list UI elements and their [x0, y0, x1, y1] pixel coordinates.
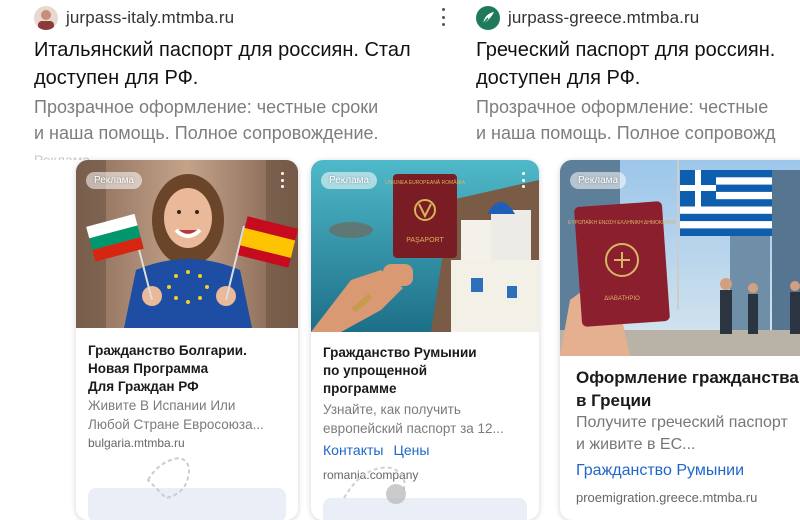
title-line: Гражданство Румынии [323, 345, 477, 360]
ad-description: Прозрачное оформление: честные и наша по… [476, 94, 776, 146]
more-vertical-icon[interactable] [519, 172, 527, 188]
ad-headline[interactable]: Итальянский паспорт для россиян. Стал до… [34, 36, 411, 92]
headline-line: доступен для РФ. [476, 67, 641, 89]
card-domain[interactable]: proemigration.greece.mtmba.ru [576, 490, 757, 505]
desc-line: Прозрачное оформление: честные сроки [34, 97, 379, 117]
site-domain[interactable]: jurpass-greece.mtmba.ru [508, 8, 699, 28]
passport-country: UNIUNEA EUROPEANĂ ROMÂNIA [385, 179, 465, 186]
passport-word: ΔΙΑΒΑΤΗΡΙΟ [604, 296, 640, 302]
card-sitelinks: Контакты Цены [323, 442, 439, 458]
desc-line: и наша помощь. Полное сопровождение. [34, 123, 379, 143]
site-row[interactable]: jurpass-greece.mtmba.ru [476, 6, 699, 30]
top-ad-italy[interactable]: jurpass-italy.mtmba.ru Итальянский паспо… [34, 0, 444, 160]
title-line: Для Граждан РФ [88, 379, 199, 394]
title-line: Новая Программа [88, 361, 209, 376]
title-line: по упрощенной [323, 363, 428, 378]
ad-headline[interactable]: Греческий паспорт для россиян. доступен … [476, 36, 775, 92]
headline-line: Итальянский паспорт для россиян. Стал [34, 39, 411, 61]
card-title[interactable]: Гражданство Румынии по упрощенной програ… [323, 344, 529, 398]
desc-line: Прозрачное оформление: честные [476, 97, 769, 117]
text-line: Получите греческий паспорт [576, 414, 788, 431]
text-line: Живите В Испании Или [88, 398, 236, 413]
ad-card-romania[interactable]: UNIUNEA EUROPEANĂ ROMÂNIA PAŞAPORT Рекла… [311, 160, 539, 520]
card-domain[interactable]: romania.company [323, 468, 418, 482]
passport-country: ΕΥΡΩΠΑΪΚΗ ΕΝΩΣΗ ΕΛΛΗΝΙΚΗ ΔΗΜΟΚΡΑΤΙΑ [568, 219, 677, 226]
title-line: программе [323, 381, 397, 396]
title-line: Оформление гражданства [576, 368, 799, 387]
title-line: Гражданство Болгарии. [88, 343, 247, 358]
headline-line: доступен для РФ. [34, 67, 199, 89]
card-action-button[interactable] [88, 488, 286, 520]
site-row[interactable]: jurpass-italy.mtmba.ru [34, 6, 234, 30]
ad-badge: Реклама [86, 172, 143, 189]
passport-word: PAŞAPORT [406, 237, 444, 244]
ad-card-bulgaria[interactable]: Реклама Гражданство Болгарии. Новая Прог… [76, 160, 298, 520]
text-line: европейский паспорт за 12... [323, 421, 504, 436]
ad-label-cut: Реклама [34, 152, 91, 160]
site-domain[interactable]: jurpass-italy.mtmba.ru [66, 8, 234, 28]
ad-badge: Реклама [321, 172, 378, 189]
sitelink-contacts[interactable]: Контакты [323, 442, 383, 458]
card-description: Живите В Испании Или Любой Стране Евросо… [88, 396, 290, 434]
ad-description: Прозрачное оформление: честные сроки и н… [34, 94, 379, 146]
ad-badge: Реклама [570, 172, 627, 189]
text-line: и живите в ЕС... [576, 436, 696, 453]
card-description: Получите греческий паспорт и живите в ЕС… [576, 412, 788, 456]
title-line: в Греции [576, 391, 652, 410]
ad-image[interactable]: ΕΥΡΩΠΑΪΚΗ ΕΝΩΣΗ ΕΛΛΗΝΙΚΗ ΔΗΜΟΚΡΑΤΙΑ ΔΙΑΒ… [560, 160, 800, 356]
ad-card-greece[interactable]: ΕΥΡΩΠΑΪΚΗ ΕΝΩΣΗ ΕΛΛΗΝΙΚΗ ΔΗΜΟΚΡΑΤΙΑ ΔΙΑΒ… [560, 160, 800, 520]
card-domain[interactable]: bulgaria.mtmba.ru [88, 436, 185, 450]
card-title[interactable]: Гражданство Болгарии. Новая Программа Дл… [88, 342, 288, 396]
text-line: Любой Стране Евросоюза... [88, 417, 264, 432]
text-line: Узнайте, как получить [323, 402, 461, 417]
headline-line: Греческий паспорт для россиян. [476, 39, 776, 61]
desc-line: и наша помощь. Полное сопровожд [476, 123, 776, 143]
card-description: Узнайте, как получить европейский паспор… [323, 400, 531, 438]
sitelink-prices[interactable]: Цены [393, 442, 429, 458]
leaf-logo-favicon [476, 6, 500, 30]
top-ad-greece[interactable]: jurpass-greece.mtmba.ru Греческий паспор… [476, 0, 800, 160]
card-title[interactable]: Оформление гражданства в Греции [576, 366, 799, 412]
sitelink-citizenship[interactable]: Гражданство Румынии [576, 462, 744, 480]
avatar-favicon [34, 6, 58, 30]
card-action-button[interactable] [323, 498, 527, 520]
more-vertical-icon[interactable] [278, 172, 286, 188]
more-vertical-icon[interactable] [438, 6, 448, 28]
